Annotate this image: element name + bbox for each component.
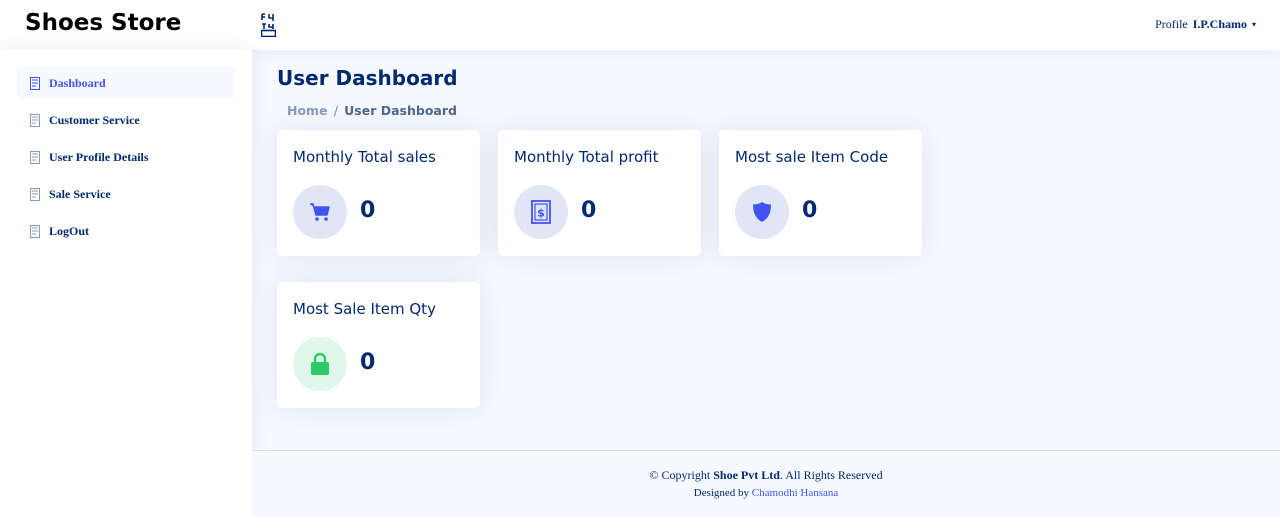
card-value: 0: [802, 198, 818, 223]
card-title: Monthly Total sales: [293, 148, 436, 166]
svg-text:$: $: [537, 207, 545, 220]
breadcrumb-separator: /: [333, 103, 339, 118]
chevron-down-icon[interactable]: ▾: [1252, 20, 1256, 29]
sidebar-item-label: Dashboard: [49, 75, 106, 90]
designed-by-label: Designed by: [693, 487, 750, 499]
card-icon-circle: [293, 337, 347, 391]
sidebar-item-user-profile-details[interactable]: User Profile Details: [17, 141, 235, 173]
sidebar-item-logout[interactable]: LogOut: [17, 215, 235, 247]
card-title: Monthly Total profit: [514, 148, 659, 166]
sidebar-item-customer-service[interactable]: Customer Service: [17, 104, 235, 136]
document-icon: [30, 224, 40, 238]
copyright-suffix: . All Rights Reserved: [779, 468, 883, 482]
copyright-text: © Copyright Shoe Pvt Ltd. All Rights Res…: [252, 468, 1280, 483]
cart-icon: [310, 203, 330, 221]
card-most-sale-item-code: Most sale Item Code 0: [719, 130, 922, 256]
card-icon-circle: [735, 185, 789, 239]
shield-icon: [753, 202, 771, 222]
footer: © Copyright Shoe Pvt Ltd. All Rights Res…: [252, 450, 1280, 517]
credits-text: Designed by Chamodhi Hansana: [252, 487, 1280, 499]
copyright-prefix: © Copyright: [649, 468, 711, 482]
sidebar-item-label: LogOut: [49, 223, 90, 238]
card-title: Most sale Item Code: [735, 148, 889, 166]
page-title: User Dashboard: [277, 66, 458, 90]
card-value: 0: [360, 350, 376, 375]
profile-menu[interactable]: Profile I.P.Chamo ▾: [1155, 17, 1256, 32]
card-icon-circle: $: [514, 185, 568, 239]
sidebar-item-dashboard[interactable]: Dashboard: [17, 67, 235, 99]
sidebar-item-label: Customer Service: [49, 112, 140, 127]
toggle-sidebar-icon[interactable]: [261, 13, 276, 37]
document-icon: [30, 76, 40, 90]
sidebar-item-label: User Profile Details: [49, 149, 149, 164]
profile-prefix: Profile: [1155, 17, 1188, 31]
card-icon-circle: [293, 185, 347, 239]
designer-link[interactable]: Chamodhi Hansana: [752, 487, 838, 499]
card-title: Most Sale Item Qty: [293, 300, 436, 318]
document-icon: [30, 187, 40, 201]
sidebar: Dashboard Customer Service User Profile …: [0, 50, 252, 517]
sidebar-item-label: Sale Service: [49, 186, 111, 201]
card-monthly-total-profit: Monthly Total profit $ 0: [498, 130, 701, 256]
brand-logo[interactable]: Shoes Store: [25, 10, 181, 36]
card-value: 0: [360, 198, 376, 223]
document-icon: [30, 150, 40, 164]
top-header: Shoes Store Profile I.P.Chamo ▾: [0, 0, 1280, 50]
breadcrumb-current: User Dashboard: [344, 103, 457, 118]
lock-icon: [311, 352, 329, 375]
document-icon: [30, 113, 40, 127]
breadcrumb: Home / User Dashboard: [287, 103, 457, 118]
breadcrumb-home-link[interactable]: Home: [287, 103, 328, 118]
card-monthly-total-sales: Monthly Total sales 0: [277, 130, 480, 256]
company-name: Shoe Pvt Ltd: [713, 468, 780, 482]
dollar-receipt-icon: $: [531, 200, 551, 224]
card-most-sale-item-qty: Most Sale Item Qty 0: [277, 282, 480, 408]
card-value: 0: [581, 198, 597, 223]
sidebar-item-sale-service[interactable]: Sale Service: [17, 178, 235, 210]
profile-username[interactable]: I.P.Chamo: [1193, 17, 1247, 32]
